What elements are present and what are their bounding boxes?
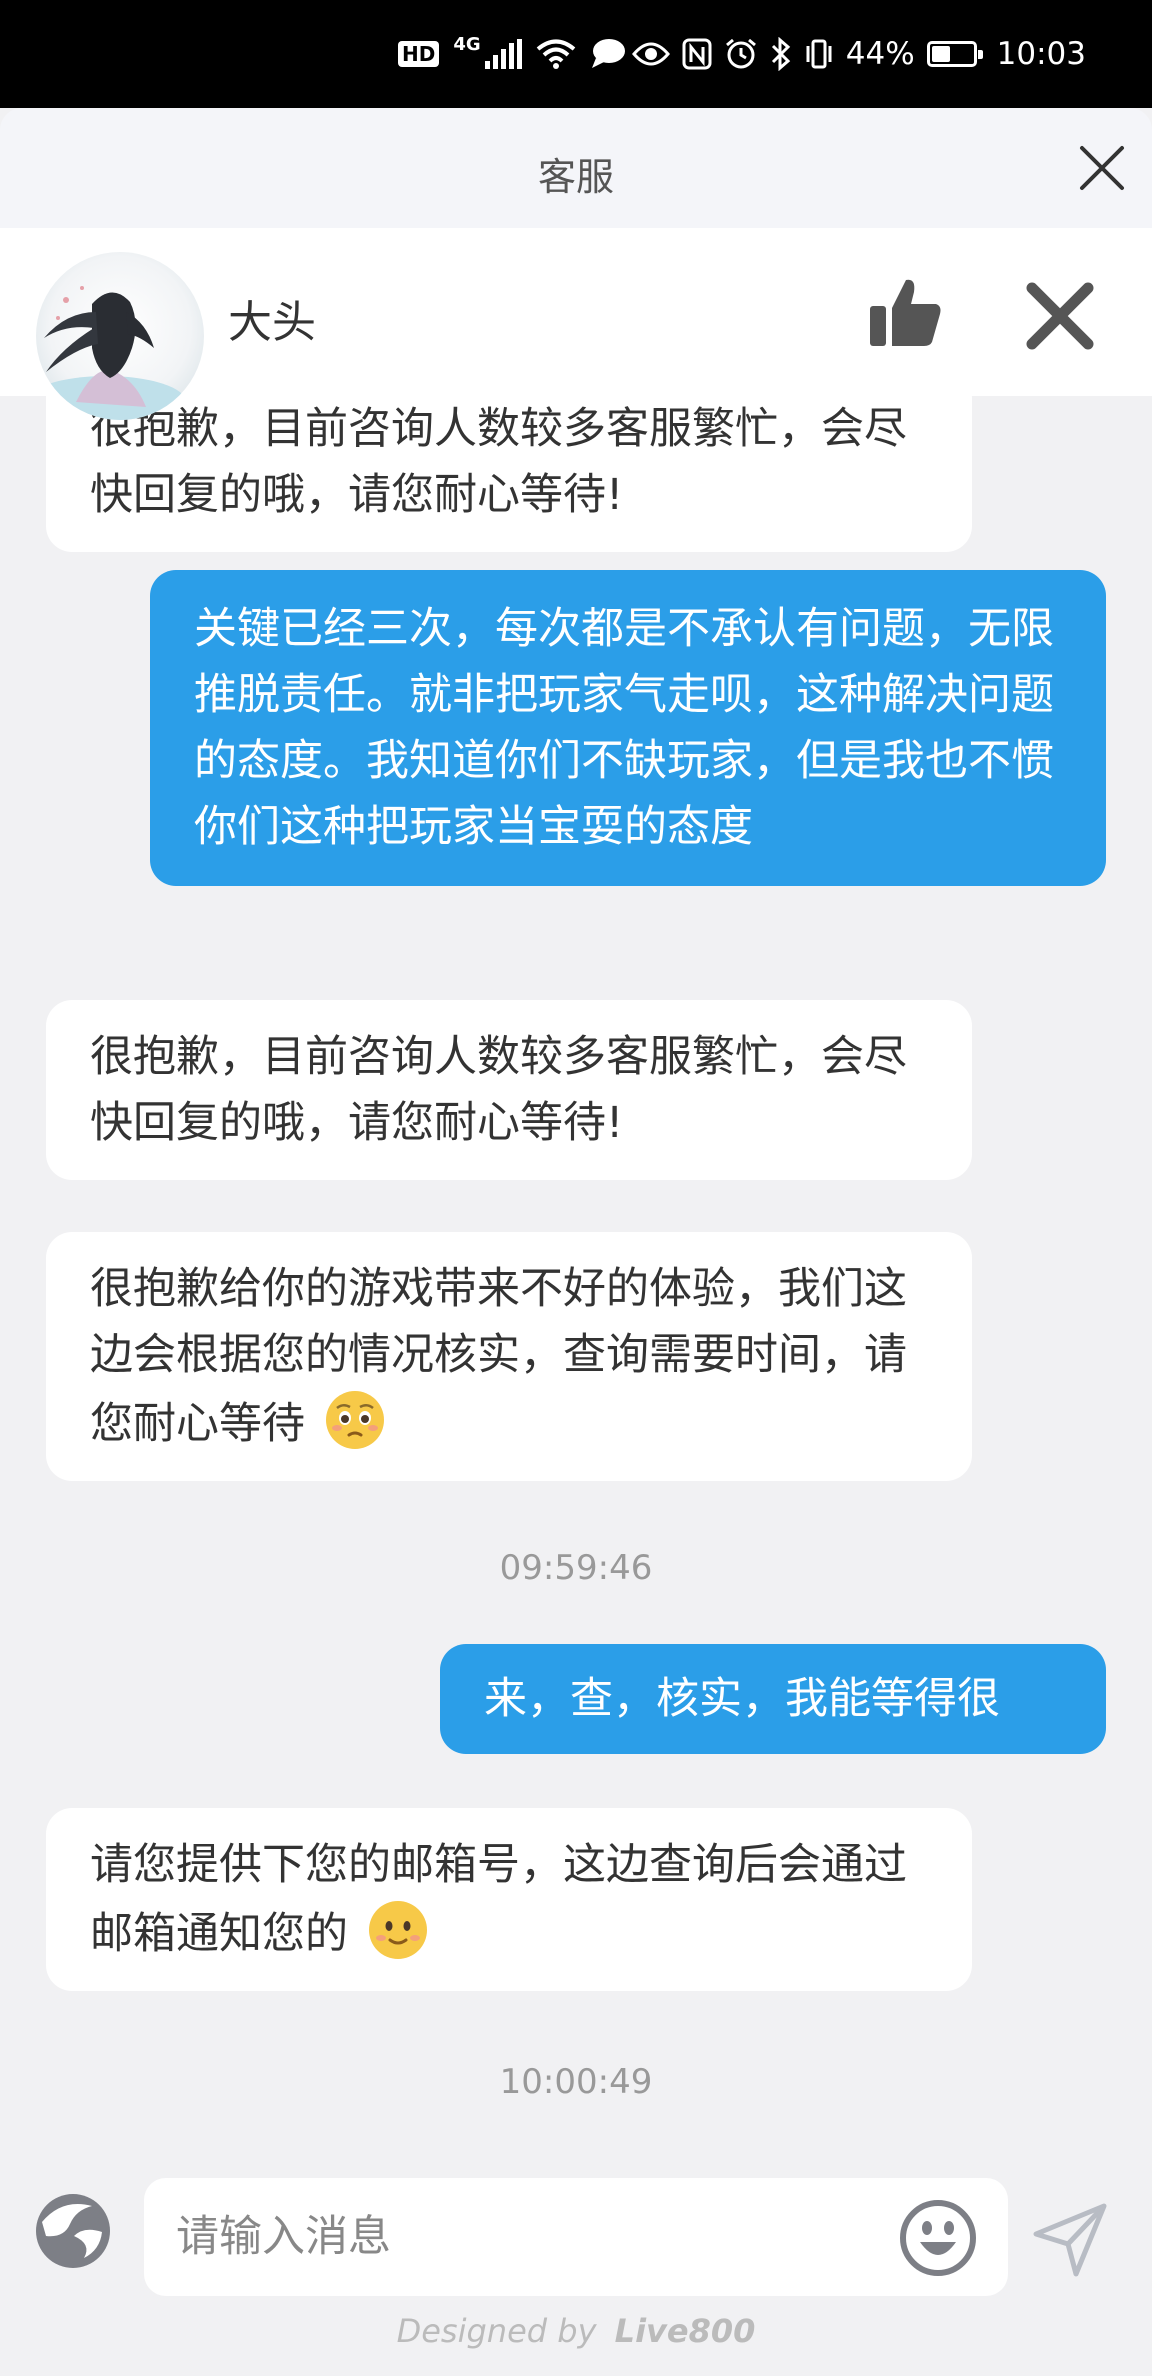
status-left-icons: HD 4G [398,34,626,74]
powered-by-footer: Designed by Live800 [0,2312,1152,2350]
nfc-icon [682,38,712,70]
message-text: 请您提供下您的邮箱号，这边查询后会通过邮箱通知您的 [90,1840,907,1959]
wifi-icon [536,39,575,69]
pleading-face-emoji-icon [325,1391,384,1449]
theme-icon[interactable] [34,2192,112,2270]
battery-level-fill [931,46,950,62]
hd-badge: HD [398,41,440,67]
message-text: 很抱歉，目前咨询人数较多客服繁忙，会尽快回复的哦，请您耐心等待! [90,1032,907,1148]
chat-icon [591,39,625,68]
message-bubble-outgoing: 关键已经三次，每次都是不承认有问题，无限推脱责任。就非把玩家气走呗，这种解决问题… [150,570,1106,886]
message-text: 很抱歉，目前咨询人数较多客服繁忙，会尽快回复的哦，请您耐心等待! [90,404,907,520]
emoji-icon[interactable] [898,2198,978,2278]
message-timestamp: 10:00:49 [499,2062,653,2102]
bluetooth-icon [771,37,790,71]
message-text: 来，查，核实，我能等得很 [484,1674,1000,1724]
status-bar: HD 4G 44% 10:03 [0,0,1152,108]
message-timestamp: 09:59:46 [499,1548,653,1588]
message-bubble-incoming: 很抱歉，目前咨询人数较多客服繁忙，会尽快回复的哦，请您耐心等待! [46,396,972,552]
message-bubble-incoming: 很抱歉给你的游戏带来不好的体验，我们这边会根据您的情况核实，查询需要时间，请您耐… [46,1232,972,1481]
alarm-icon [725,38,756,69]
brand-logo-text: Live800 [614,2312,756,2350]
avatar [36,252,204,420]
message-bubble-incoming: 请您提供下您的邮箱号，这边查询后会通过邮箱通知您的 [46,1808,972,1991]
send-icon[interactable] [1032,2202,1108,2278]
message-input-box [144,2178,1008,2296]
vibrate-icon [806,39,832,69]
close-icon[interactable] [1020,276,1100,356]
title-bar: 客服 [0,108,1152,228]
chat-area: 很抱歉，目前咨询人数较多客服繁忙，会尽快回复的哦，请您耐心等待! 关键已经三次，… [0,396,1152,2166]
battery-percent: 44% [845,36,915,72]
close-icon[interactable] [1074,140,1130,196]
status-right-icons: 44% 10:03 [631,34,1086,74]
network-type: 4G [453,34,481,55]
clock: 10:03 [996,36,1086,72]
designed-by-text: Designed by [396,2312,597,2350]
agent-name: 大头 [228,297,316,348]
message-input[interactable] [176,2178,876,2296]
battery-icon [926,41,983,67]
eye-icon [631,42,670,66]
thumbs-up-icon[interactable] [866,272,946,352]
signal-icon [484,39,522,69]
message-bubble-incoming: 很抱歉，目前咨询人数较多客服繁忙，会尽快回复的哦，请您耐心等待! [46,1000,972,1180]
message-text: 关键已经三次，每次都是不承认有问题，无限推脱责任。就非把玩家气走呗，这种解决问题… [194,604,1054,852]
message-text: 很抱歉给你的游戏带来不好的体验，我们这边会根据您的情况核实，查询需要时间，请您耐… [90,1264,907,1449]
smiling-face-emoji-icon [368,1901,427,1959]
input-bar [0,2166,1152,2326]
page-title: 客服 [537,155,614,199]
message-bubble-outgoing: 来，查，核实，我能等得很 [440,1644,1106,1754]
